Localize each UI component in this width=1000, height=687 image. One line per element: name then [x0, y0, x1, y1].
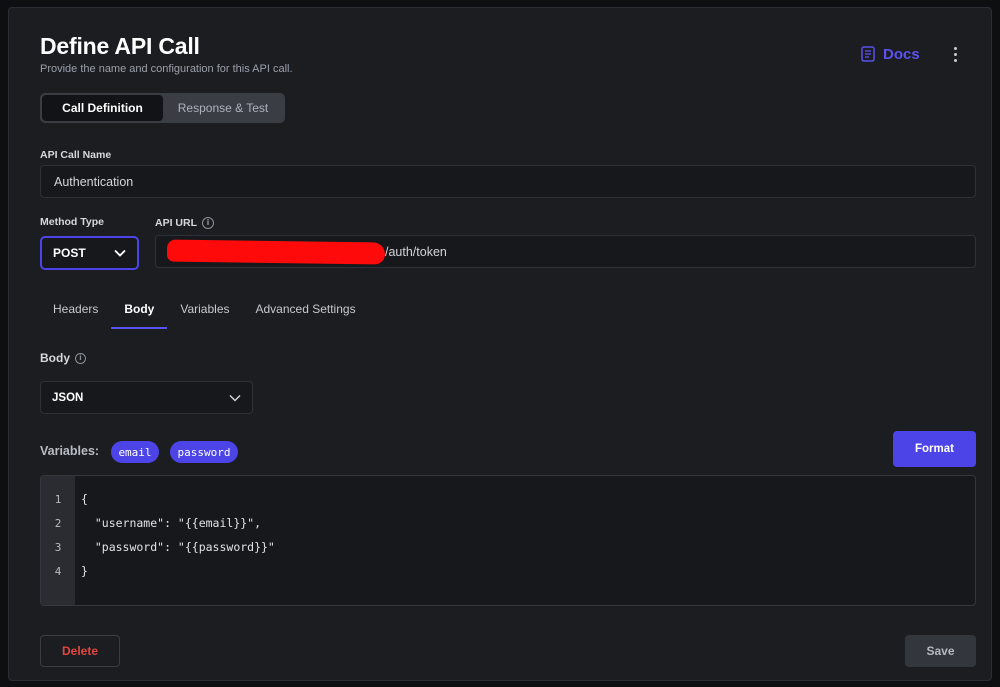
tab-call-definition[interactable]: Call Definition: [42, 95, 163, 121]
api-call-name-input[interactable]: Authentication: [40, 165, 976, 198]
tab-headers[interactable]: Headers: [40, 296, 111, 322]
api-url-value: /auth/token: [385, 244, 447, 259]
api-url-label-row: API URL i: [155, 217, 214, 230]
tab-variables[interactable]: Variables: [167, 296, 242, 322]
api-call-name-value: Authentication: [54, 174, 134, 189]
code-editor[interactable]: 1 2 3 4 { "username": "{{email}}", "pass…: [40, 475, 976, 606]
body-type-value: JSON: [52, 391, 84, 404]
chevron-down-icon: [114, 249, 126, 257]
variable-chip-email[interactable]: email: [111, 441, 159, 463]
body-type-select[interactable]: JSON: [40, 381, 253, 414]
code-line: "username": "{{email}}",: [81, 516, 262, 530]
delete-button[interactable]: Delete: [40, 635, 120, 667]
code-line: }: [81, 564, 88, 578]
method-type-label: Method Type: [40, 216, 104, 228]
code-line: "password": "{{password}}": [81, 540, 275, 554]
method-type-value: POST: [53, 246, 86, 260]
api-url-label: API URL: [155, 217, 197, 229]
document-icon: [861, 46, 875, 62]
tab-advanced-settings[interactable]: Advanced Settings: [243, 296, 369, 322]
tab-body[interactable]: Body: [111, 296, 168, 329]
body-label: Body: [40, 351, 70, 365]
method-type-select[interactable]: POST: [40, 236, 139, 270]
config-tabs: Headers Body Variables Advanced Settings: [40, 296, 369, 330]
definition-segmented-control: Call Definition Response & Test: [40, 93, 285, 123]
api-call-panel: Define API Call Provide the name and con…: [8, 7, 992, 681]
api-call-name-label: API Call Name: [40, 149, 112, 161]
info-icon[interactable]: i: [202, 217, 214, 230]
docs-label: Docs: [883, 45, 920, 63]
code-line: {: [81, 492, 88, 506]
redaction-mark: [166, 239, 386, 265]
more-vertical-icon[interactable]: [948, 44, 962, 64]
variables-label: Variables:: [40, 444, 100, 458]
chevron-down-icon: [229, 394, 241, 402]
body-label-row: Body i: [40, 351, 86, 365]
tab-response-test[interactable]: Response & Test: [163, 95, 283, 121]
line-number: 1: [54, 493, 62, 506]
variable-chip-password[interactable]: password: [170, 441, 238, 463]
page-subtitle: Provide the name and configuration for t…: [40, 63, 293, 75]
info-icon[interactable]: i: [75, 353, 86, 365]
line-number: 4: [54, 565, 62, 578]
format-button[interactable]: Format: [893, 431, 976, 467]
page-title: Define API Call: [40, 33, 200, 59]
line-number: 3: [54, 541, 62, 554]
save-button[interactable]: Save: [905, 635, 976, 667]
docs-button[interactable]: Docs: [861, 44, 920, 64]
line-number: 2: [54, 517, 62, 530]
